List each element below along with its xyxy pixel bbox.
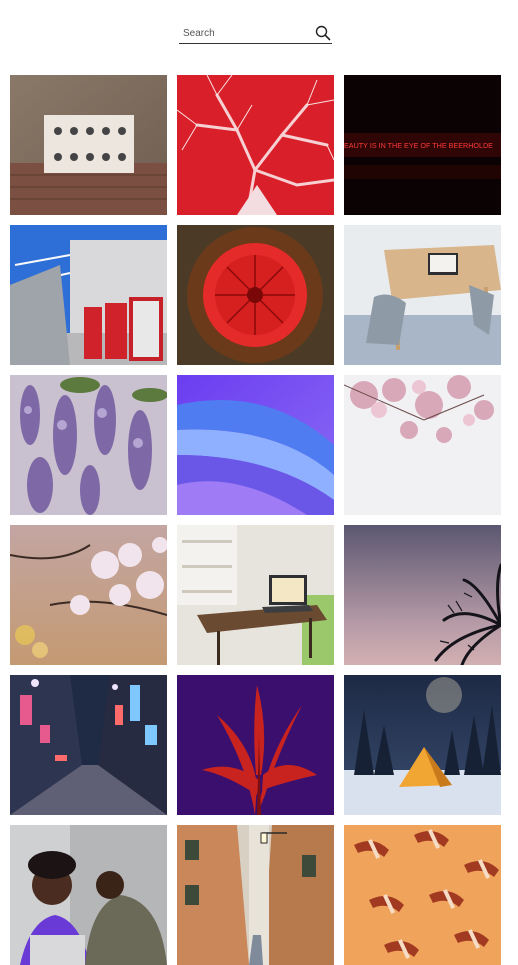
photo-tile-table-laptop[interactable]: [344, 225, 501, 365]
photo-tile-tent-snow[interactable]: [344, 675, 501, 815]
photo-tile-narrow-alley[interactable]: [177, 825, 334, 965]
neon-sign-text: EAUTY IS IN THE EYE OF THE BEERHOLDE: [344, 141, 493, 150]
photo-tile-abstract-waves[interactable]: [177, 375, 334, 515]
search-input[interactable]: [179, 25, 308, 41]
photo-tile-home-office[interactable]: [177, 525, 334, 665]
search-bar: [179, 22, 332, 44]
photo-tile-red-radial[interactable]: [177, 225, 334, 365]
photo-tile-red-tree[interactable]: [177, 75, 334, 215]
photo-tile-blossoms-bokeh[interactable]: [10, 525, 167, 665]
photo-tile-vending-machines[interactable]: [10, 225, 167, 365]
photo-tile-orange-pattern[interactable]: [344, 825, 501, 965]
photo-tile-palm-dusk[interactable]: [344, 525, 501, 665]
photo-tile-wisteria[interactable]: [10, 375, 167, 515]
photo-tile-neon-sign[interactable]: EAUTY IS IN THE EYE OF THE BEERHOLDE: [344, 75, 501, 215]
search-icon[interactable]: [314, 24, 332, 42]
photo-tile-couple-laptop[interactable]: [10, 825, 167, 965]
photo-tile-red-leaves[interactable]: [177, 675, 334, 815]
photo-tile-tokyo-alley[interactable]: [10, 675, 167, 815]
photo-tile-blossoms-white[interactable]: [344, 375, 501, 515]
photo-grid: EAUTY IS IN THE EYE OF THE BEERHOLDE: [10, 75, 501, 965]
photo-tile-wall-knobs[interactable]: [10, 75, 167, 215]
